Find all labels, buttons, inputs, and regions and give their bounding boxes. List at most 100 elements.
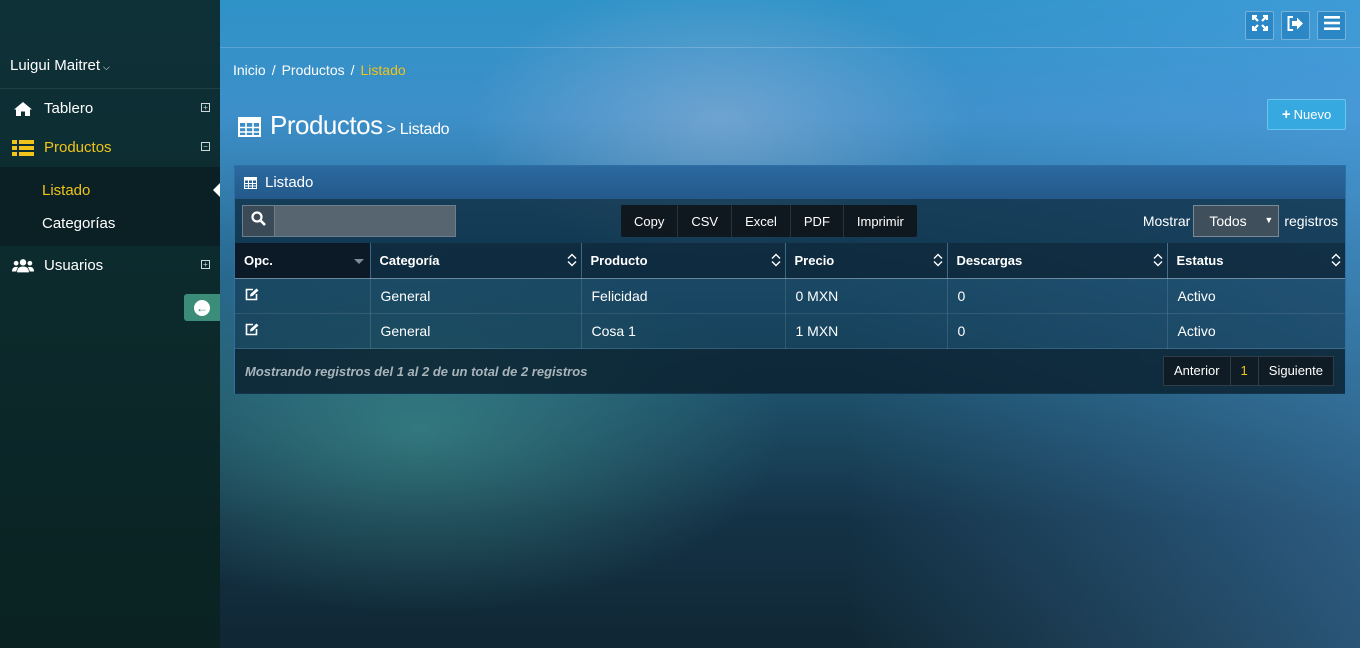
sidebar-collapse-button[interactable]: ← bbox=[184, 294, 220, 321]
column-header-opc[interactable]: Opc. bbox=[235, 243, 371, 279]
list-icon bbox=[12, 139, 34, 156]
panel-title: Listado bbox=[265, 174, 314, 191]
cell-estatus: Activo bbox=[1167, 278, 1345, 314]
arrow-left-circle-icon: ← bbox=[194, 299, 210, 316]
breadcrumb-separator: / bbox=[271, 62, 276, 78]
pdf-button[interactable]: PDF bbox=[791, 205, 844, 237]
new-button[interactable]: + Nuevo bbox=[1267, 99, 1346, 130]
page-title: Productos > Listado bbox=[238, 110, 450, 142]
length-prefix: Mostrar bbox=[1142, 213, 1191, 229]
topbar bbox=[220, 0, 1360, 48]
cell-descargas: 0 bbox=[947, 313, 1168, 349]
edit-icon[interactable] bbox=[245, 323, 259, 336]
sidebar-item-usuarios[interactable]: Usuarios + bbox=[0, 246, 220, 285]
menu-icon bbox=[1323, 16, 1340, 35]
sort-icon bbox=[567, 253, 577, 270]
sidebar-subitem-categorias[interactable]: Categorías bbox=[0, 207, 220, 240]
length-suffix: registros bbox=[1284, 213, 1338, 229]
column-header-label: Descargas bbox=[956, 252, 1023, 268]
fullscreen-icon bbox=[1251, 14, 1268, 36]
excel-button[interactable]: Excel bbox=[732, 205, 791, 237]
sort-icon bbox=[933, 253, 943, 270]
search-icon bbox=[251, 211, 266, 231]
panel-header: Listado bbox=[235, 166, 1345, 199]
column-header-producto[interactable]: Producto bbox=[581, 243, 786, 279]
products-table: Opc. Categoría Producto Precio Descargas bbox=[235, 243, 1345, 349]
new-button-label: Nuevo bbox=[1293, 107, 1332, 122]
cell-producto: Cosa 1 bbox=[581, 313, 786, 349]
expand-icon[interactable]: + bbox=[201, 103, 210, 112]
table-footer: Mostrando registros del 1 al 2 de un tot… bbox=[235, 348, 1345, 394]
search-box bbox=[242, 205, 456, 237]
breadcrumb-home[interactable]: Inicio bbox=[233, 62, 266, 78]
cell-options bbox=[235, 278, 371, 314]
users-icon bbox=[12, 258, 34, 274]
page-length-control: Mostrar Todos ▼ registros bbox=[1143, 205, 1338, 237]
edit-icon[interactable] bbox=[245, 288, 259, 301]
export-buttons: Copy CSV Excel PDF Imprimir bbox=[621, 205, 917, 237]
home-icon bbox=[12, 101, 34, 117]
column-header-label: Categoría bbox=[379, 252, 440, 268]
column-header-label: Producto bbox=[590, 252, 648, 268]
table-icon bbox=[238, 117, 261, 142]
active-indicator-icon bbox=[213, 183, 220, 197]
page-title-text: Productos bbox=[270, 110, 383, 140]
caret-down-icon: ▼ bbox=[1264, 215, 1274, 225]
collapse-icon[interactable]: − bbox=[201, 142, 210, 151]
listing-panel: Listado Copy CSV Excel PDF Imprimir Most… bbox=[234, 165, 1346, 394]
breadcrumb-section[interactable]: Productos bbox=[282, 62, 345, 78]
expand-icon[interactable]: + bbox=[201, 260, 210, 269]
user-menu[interactable]: Luigui Maitret ⌵ bbox=[10, 57, 110, 74]
sort-icon bbox=[771, 253, 781, 270]
logout-button[interactable] bbox=[1281, 11, 1310, 40]
cell-producto: Felicidad bbox=[581, 278, 786, 314]
breadcrumb: Inicio / Productos / Listado bbox=[233, 62, 406, 78]
column-header-precio[interactable]: Precio bbox=[785, 243, 948, 279]
column-header-label: Estatus bbox=[1176, 252, 1224, 268]
pagination-prev[interactable]: Anterior bbox=[1164, 356, 1231, 385]
table-header-row: Opc. Categoría Producto Precio Descargas bbox=[235, 243, 1345, 279]
table-toolbar: Copy CSV Excel PDF Imprimir Mostrar Todo… bbox=[235, 199, 1345, 243]
column-header-label: Opc. bbox=[244, 252, 273, 268]
cell-precio: 0 MXN bbox=[785, 278, 948, 314]
pagination: Anterior 1 Siguiente bbox=[1163, 355, 1334, 386]
sidebar-item-label: Productos bbox=[44, 139, 112, 156]
column-header-categoria[interactable]: Categoría bbox=[370, 243, 582, 279]
plus-icon: + bbox=[1281, 106, 1291, 123]
column-header-estatus[interactable]: Estatus bbox=[1167, 243, 1345, 279]
csv-button[interactable]: CSV bbox=[678, 205, 733, 237]
pagination-next[interactable]: Siguiente bbox=[1259, 357, 1333, 385]
sidebar-subitem-listado[interactable]: Listado bbox=[0, 174, 220, 207]
sidebar-item-tablero[interactable]: Tablero + bbox=[0, 89, 220, 128]
sidebar-subitem-label: Categorías bbox=[42, 215, 116, 232]
pagination-page-1[interactable]: 1 bbox=[1231, 356, 1259, 385]
table-row: General Felicidad 0 MXN 0 Activo bbox=[235, 278, 1345, 314]
cell-categoria: General bbox=[370, 313, 582, 349]
user-area: Luigui Maitret ⌵ bbox=[0, 0, 220, 89]
sort-icon bbox=[1153, 253, 1163, 270]
sidebar-item-label: Tablero bbox=[44, 100, 94, 117]
sidebar-submenu: Listado Categorías bbox=[0, 167, 220, 246]
table-row: General Cosa 1 1 MXN 0 Activo bbox=[235, 313, 1345, 349]
sidebar-item-productos[interactable]: Productos − bbox=[0, 128, 220, 167]
sidebar-item-label: Usuarios bbox=[44, 257, 104, 274]
page-subtitle: > Listado bbox=[386, 121, 450, 138]
page-length-select[interactable]: Todos ▼ bbox=[1193, 205, 1280, 237]
logout-icon bbox=[1287, 15, 1304, 36]
cell-precio: 1 MXN bbox=[785, 313, 948, 349]
column-header-label: Precio bbox=[794, 252, 835, 268]
chevron-down-icon: ⌵ bbox=[103, 62, 110, 72]
breadcrumb-separator: / bbox=[350, 62, 355, 78]
length-selected: Todos bbox=[1209, 213, 1247, 229]
search-button[interactable] bbox=[243, 206, 275, 236]
print-button[interactable]: Imprimir bbox=[844, 205, 917, 237]
copy-button[interactable]: Copy bbox=[621, 205, 679, 237]
sidebar-subitem-label: Listado bbox=[42, 182, 91, 199]
cell-categoria: General bbox=[370, 278, 582, 314]
menu-button[interactable] bbox=[1317, 11, 1346, 40]
sort-icon bbox=[1331, 253, 1341, 270]
search-input[interactable] bbox=[275, 206, 455, 236]
fullscreen-button[interactable] bbox=[1245, 11, 1274, 40]
column-header-descargas[interactable]: Descargas bbox=[947, 243, 1168, 279]
cell-descargas: 0 bbox=[947, 278, 1168, 314]
